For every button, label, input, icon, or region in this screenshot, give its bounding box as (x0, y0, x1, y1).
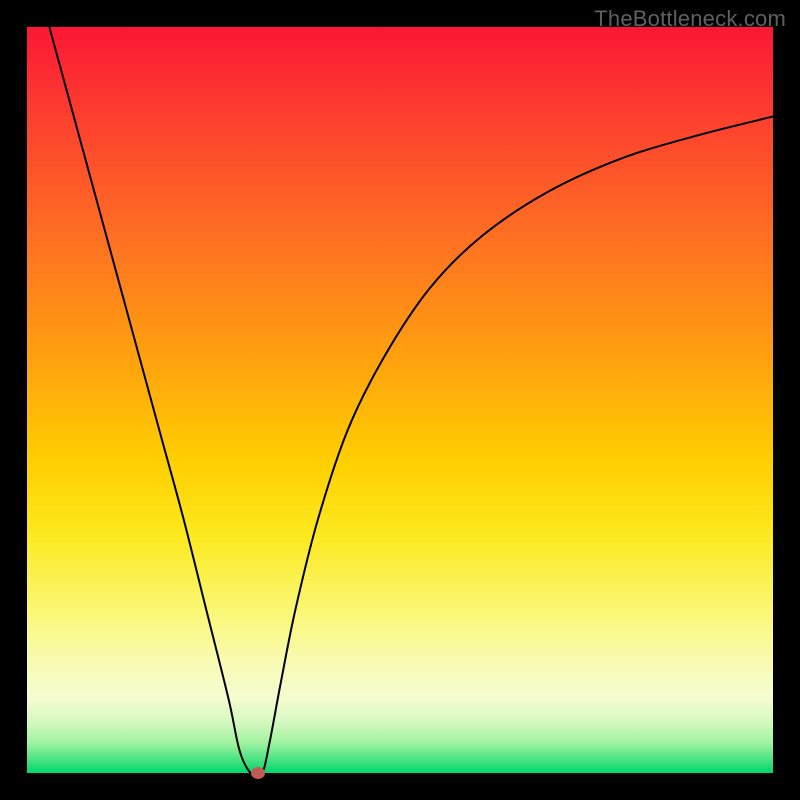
optimal-marker (251, 767, 265, 779)
chart-svg-layer (27, 27, 773, 773)
watermark-text: TheBottleneck.com (594, 6, 786, 32)
bottleneck-curve (49, 27, 773, 773)
chart-frame: TheBottleneck.com (0, 0, 800, 800)
